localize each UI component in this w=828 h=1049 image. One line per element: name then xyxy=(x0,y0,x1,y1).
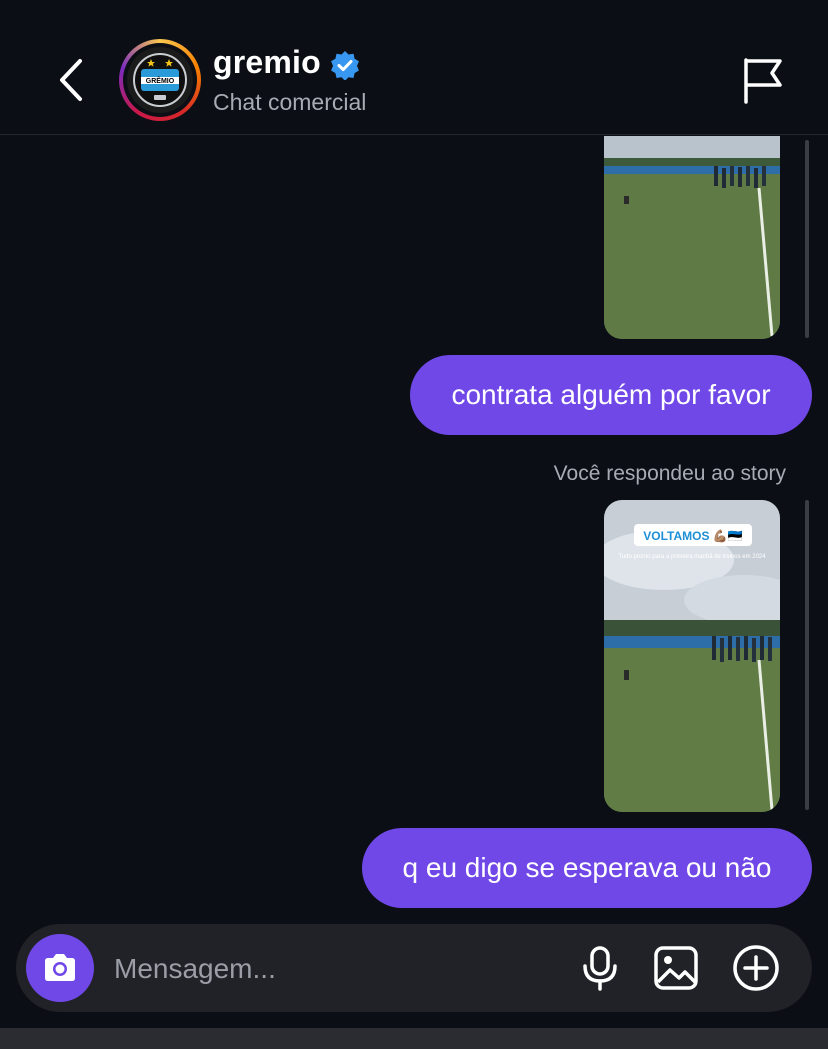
story-banner-text: VOLTAMOS 💪🏽🇪🇪 xyxy=(643,529,742,543)
message-input[interactable] xyxy=(112,948,556,990)
image-icon[interactable] xyxy=(652,944,700,992)
shared-story-thumbnail[interactable] xyxy=(604,136,780,339)
svg-text:GRÊMIO: GRÊMIO xyxy=(146,76,175,85)
chat-header: GRÊMIO gremio Chat comercial xyxy=(0,0,828,135)
bottom-bar xyxy=(0,1028,828,1049)
microphone-icon[interactable] xyxy=(576,944,624,992)
profile-avatar[interactable]: GRÊMIO xyxy=(119,39,201,121)
chat-subtitle: Chat comercial xyxy=(213,89,367,115)
training-field-image: VOLTAMOS 💪🏽🇪🇪 Tudo pronto para a primeir… xyxy=(604,500,780,812)
verified-badge-icon xyxy=(331,51,359,80)
report-button[interactable] xyxy=(740,56,784,106)
story-scroll-indicator xyxy=(805,500,809,810)
sent-message-bubble[interactable]: q eu digo se esperava ou não xyxy=(362,828,812,908)
sent-message-bubble[interactable]: contrata alguém por favor xyxy=(410,355,812,435)
back-chevron-icon xyxy=(60,59,82,101)
shared-story-thumbnail[interactable]: VOLTAMOS 💪🏽🇪🇪 Tudo pronto para a primeir… xyxy=(604,500,780,812)
story-caption-text: Tudo pronto para a primeira manhã de tre… xyxy=(618,554,766,560)
message-composer xyxy=(16,924,812,1012)
back-button[interactable] xyxy=(50,55,94,105)
training-field-image xyxy=(604,136,780,339)
gremio-logo: GRÊMIO xyxy=(127,47,193,113)
camera-button[interactable] xyxy=(26,934,94,1002)
story-reply-note: Você respondeu ao story xyxy=(553,462,786,485)
flag-icon xyxy=(744,58,782,104)
camera-icon xyxy=(45,954,75,981)
story-scroll-indicator xyxy=(805,140,809,338)
chat-username[interactable]: gremio xyxy=(213,44,321,81)
plus-circle-icon[interactable] xyxy=(732,944,780,992)
